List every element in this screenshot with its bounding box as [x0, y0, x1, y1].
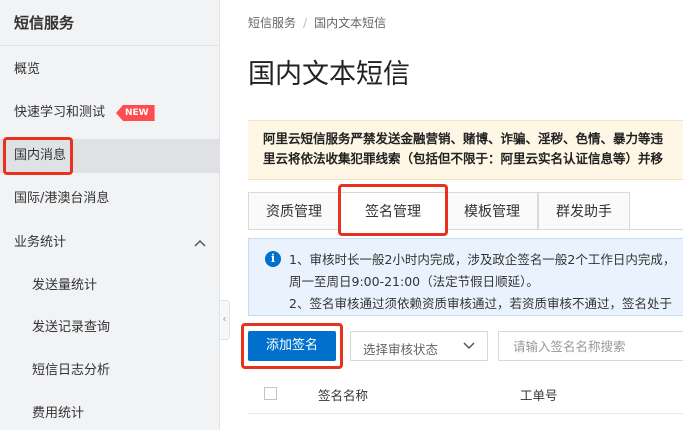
sidebar-item-overview[interactable]: 概览 [0, 53, 220, 87]
notice-line: 里云将依法收集犯罪线索（包括但不限于：阿里云实名认证信息等）并移 [263, 151, 664, 166]
sidebar-item-label: 短信日志分析 [32, 363, 111, 378]
chevron-up-icon [194, 239, 206, 247]
warning-notice: 阿里云短信服务严禁发送金融营销、赌博、诈骗、淫秽、色情、暴力等违 里云将依法收集… [248, 120, 683, 180]
sidebar-item-quick-learn[interactable]: 快速学习和测试 NEW [0, 96, 220, 130]
sidebar-item-label: 业务统计 [14, 235, 67, 250]
breadcrumb: 短信服务 / 国内文本短信 [248, 14, 386, 31]
sidebar-item-send-volume-stats[interactable]: 发送量统计 [0, 269, 220, 303]
sidebar: 短信服务 概览 快速学习和测试 NEW 国内消息 国际/港澳台消息 业务统计 发… [0, 0, 220, 430]
info-line: 1、审核时长一般2小时内完成，涉及政企签名一般2个工作日内完成， [289, 252, 676, 267]
select-value: 选择审核状态 [363, 342, 439, 357]
sidebar-item-label: 发送量统计 [32, 278, 98, 293]
review-status-select[interactable]: 选择审核状态 [350, 331, 488, 361]
tab-bar: 资质管理 签名管理 模板管理 群发助手 [248, 192, 683, 230]
page-title: 国内文本短信 [248, 59, 410, 90]
select-all-checkbox[interactable] [264, 387, 277, 400]
main-content: 短信服务 / 国内文本短信 国内文本短信 阿里云短信服务严禁发送金融营销、赌博、诈骗… [230, 0, 683, 430]
sidebar-item-sms-log-analysis[interactable]: 短信日志分析 [0, 354, 220, 388]
highlight-box-add-signature [241, 323, 343, 369]
sidebar-collapse-handle[interactable]: ‹ [220, 300, 230, 340]
sidebar-item-label: 发送记录查询 [32, 320, 111, 335]
sidebar-group-business-stats[interactable]: 业务统计 [0, 226, 220, 260]
breadcrumb-separator: / [303, 16, 308, 30]
sidebar-item-label: 国际/港澳台消息 [14, 191, 110, 206]
info-line: 2、签名审核通过须依赖资质审核通过，若资质审核不通过，签名处于 [289, 296, 672, 311]
info-line: 周一至周日9:00-21:00（法定节假日顺延）。 [289, 274, 539, 289]
breadcrumb-item: 国内文本短信 [314, 16, 387, 30]
table-header: 签名名称 工单号 [248, 374, 683, 414]
sidebar-item-label: 费用统计 [32, 406, 85, 421]
tab-qualification[interactable]: 资质管理 [248, 192, 340, 230]
sidebar-item-label: 快速学习和测试 [14, 105, 106, 120]
sidebar-item-label: 概览 [14, 62, 41, 77]
info-icon: i [265, 251, 281, 267]
new-badge: NEW [116, 105, 155, 121]
column-header-ticket-number: 工单号 [520, 388, 558, 403]
notice-line: 阿里云短信服务严禁发送金融营销、赌博、诈骗、淫秽、色情、暴力等违 [263, 131, 664, 146]
highlight-box-domestic [3, 137, 73, 175]
chevron-down-icon [463, 342, 475, 350]
info-notice: i 1、审核时长一般2小时内完成，涉及政企签名一般2个工作日内完成， 周一至周日… [248, 238, 683, 316]
sidebar-item-send-record-query[interactable]: 发送记录查询 [0, 311, 220, 345]
highlight-box-signature-tab [338, 184, 448, 236]
tab-template[interactable]: 模板管理 [446, 192, 538, 230]
sidebar-item-international-messages[interactable]: 国际/港澳台消息 [0, 182, 220, 216]
sidebar-title: 短信服务 [0, 0, 219, 46]
tab-bulk-send[interactable]: 群发助手 [538, 192, 630, 230]
breadcrumb-item[interactable]: 短信服务 [248, 16, 296, 30]
column-header-signature-name: 签名名称 [318, 388, 369, 403]
signature-search-input[interactable] [498, 331, 683, 361]
sidebar-item-cost-stats[interactable]: 费用统计 [0, 397, 220, 430]
